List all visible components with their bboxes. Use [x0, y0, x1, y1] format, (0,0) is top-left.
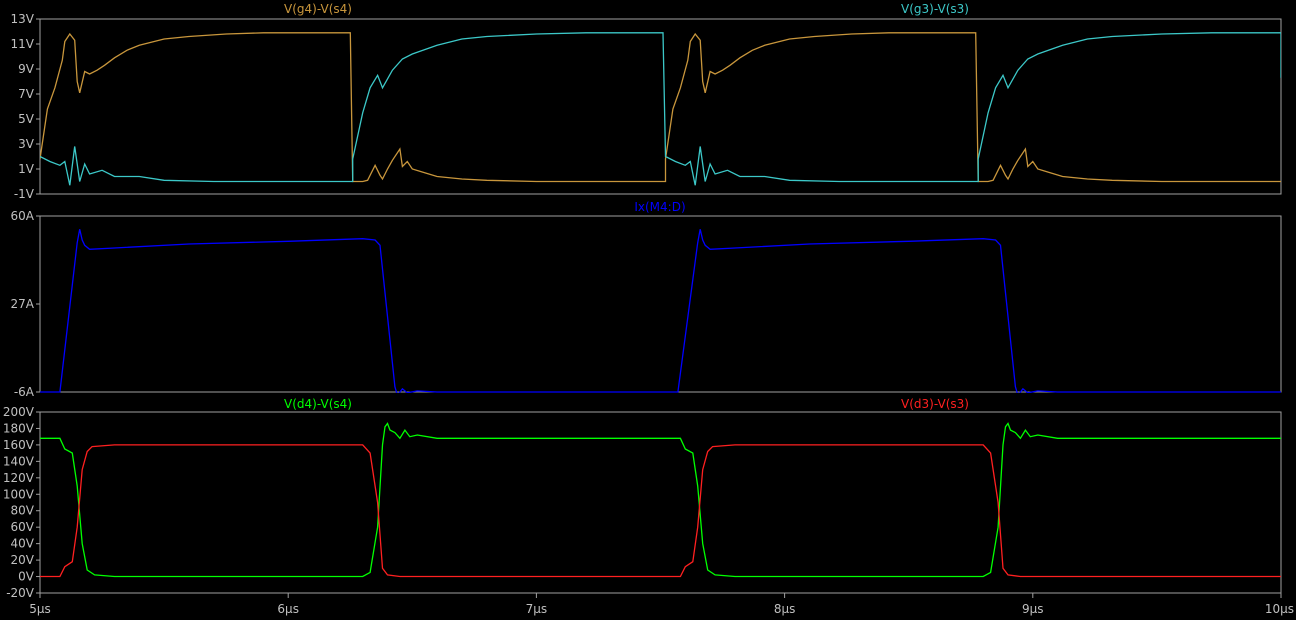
y-tick-label: 11V [11, 37, 35, 51]
pane-drain-voltage[interactable]: 200V 180V 160V 140V 120V 100V 80V 60V 40V 20V 0V -2… [3, 397, 1282, 600]
y-tick-label: 60V [11, 520, 35, 534]
pane-drain-current[interactable]: 60A 27A -6A Ix(M4:D) [11, 200, 1282, 399]
y-tick-label: 40V [11, 537, 35, 551]
x-tick-label: 10µs [1265, 602, 1294, 616]
pane-frame [39, 18, 1282, 195]
trace-ix-m4-d[interactable] [40, 229, 1281, 395]
y-tick-label: 80V [11, 504, 35, 518]
y-tick-label: 1V [18, 162, 35, 176]
trace-v-d4-v-s4[interactable] [40, 422, 1281, 578]
x-tick-label: 6µs [277, 602, 299, 616]
x-tick-label: 5µs [29, 602, 51, 616]
y-tick-label: 7V [18, 87, 35, 101]
y-tick-label: -20V [6, 586, 35, 600]
y-tick-label: 20V [11, 553, 35, 567]
y-tick-label: 140V [3, 454, 35, 468]
trace-label[interactable]: V(g4)-V(s4) [284, 2, 352, 16]
pane-frame [39, 411, 1282, 594]
y-tick-label: 100V [3, 487, 35, 501]
trace-v-g3-v-s3[interactable] [40, 32, 1281, 186]
y-tick-label: 160V [3, 438, 35, 452]
y-tick-label: 180V [3, 421, 35, 435]
x-tick-label: 9µs [1022, 602, 1044, 616]
trace-v-g4-v-s4[interactable] [40, 32, 1281, 183]
x-axis: 5µs 6µs 7µs 8µs 9µs 10µs [29, 593, 1294, 616]
y-tick-label: 27A [11, 297, 35, 311]
y-tick-label: 120V [3, 471, 35, 485]
y-tick-label: 200V [3, 405, 35, 419]
y-tick-label: 5V [18, 112, 35, 126]
y-tick-label: 3V [18, 137, 35, 151]
trace-label[interactable]: V(g3)-V(s3) [901, 2, 969, 16]
y-tick-label: -1V [14, 187, 35, 201]
waveform-viewer[interactable]: 13V 11V 9V 7V 5V 3V 1V -1V V(g4)-V(s4) V(g3)-V(s3… [0, 0, 1296, 620]
y-tick-label: 60A [11, 209, 35, 223]
trace-label[interactable]: V(d3)-V(s3) [901, 397, 969, 411]
x-tick-label: 7µs [526, 602, 548, 616]
y-tick-label: 9V [18, 62, 35, 76]
pane-gate-voltage[interactable]: 13V 11V 9V 7V 5V 3V 1V -1V V(g4)-V(s4) V(g3)-V(s3… [11, 2, 1282, 201]
trace-label[interactable]: Ix(M4:D) [634, 200, 685, 214]
trace-label[interactable]: V(d4)-V(s4) [284, 397, 352, 411]
trace-v-d3-v-s3[interactable] [40, 444, 1281, 578]
x-tick-label: 8µs [774, 602, 796, 616]
y-tick-label: 13V [11, 12, 35, 26]
y-tick-label: -6A [14, 385, 35, 399]
y-tick-label: 0V [18, 570, 35, 584]
